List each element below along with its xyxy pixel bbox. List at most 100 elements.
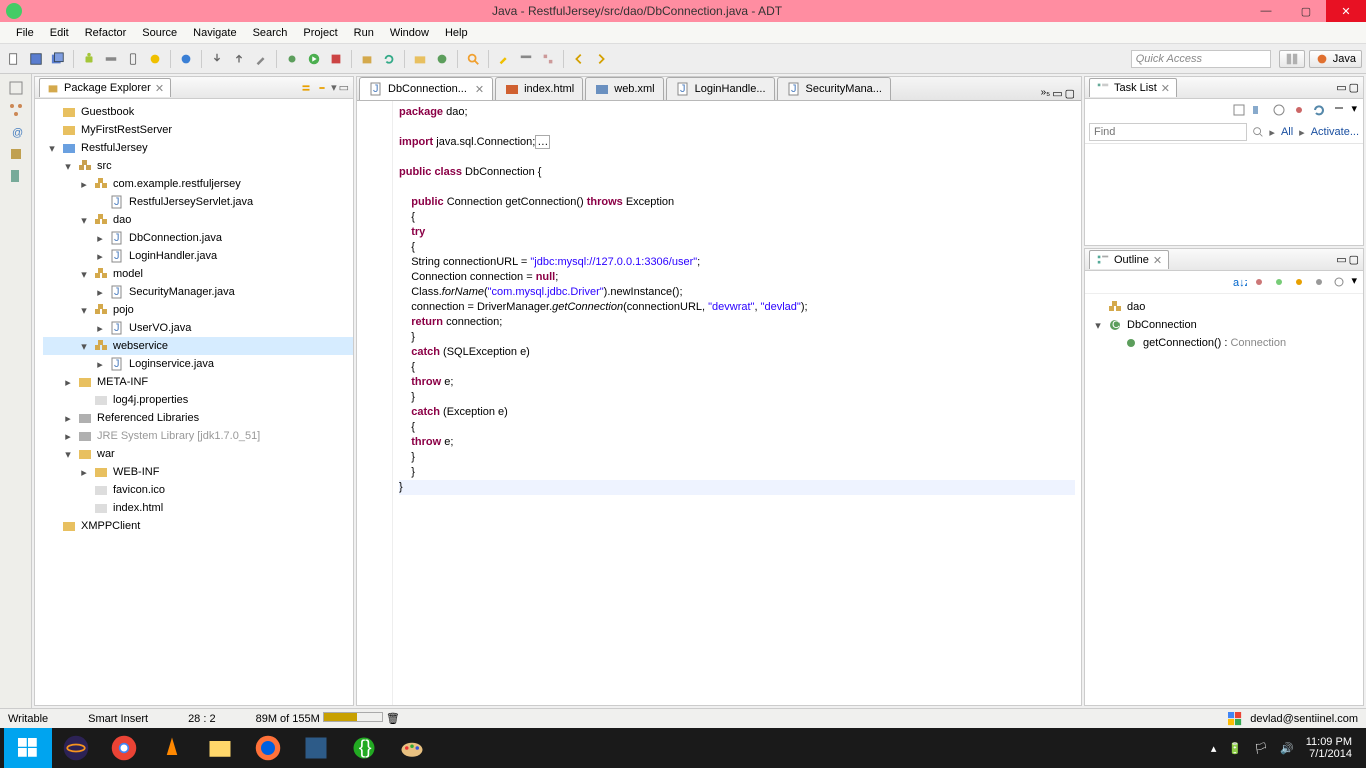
tree-twisty-icon[interactable]: ▾ [63,161,73,171]
tree-twisty-icon[interactable]: ▸ [95,251,105,261]
tree-twisty-icon[interactable]: ▾ [79,215,89,225]
categorize-icon[interactable] [1251,102,1267,118]
hierarchy-icon[interactable] [8,102,24,118]
menu-project[interactable]: Project [295,25,345,41]
java-perspective-button[interactable]: Java [1309,50,1362,68]
import-icon[interactable] [229,49,249,69]
ide-taskbar-icon[interactable]: {} [340,728,388,768]
device-icon[interactable] [123,49,143,69]
show-list-icon[interactable]: »₅ [1041,87,1051,100]
new-icon[interactable] [4,49,24,69]
vlc-taskbar-icon[interactable] [148,728,196,768]
tree-node[interactable]: ▸JSecurityManager.java [43,283,353,301]
run-icon[interactable] [304,49,324,69]
new-task-icon[interactable] [1231,102,1247,118]
collapse-tasks-icon[interactable] [1331,102,1347,118]
eclipse-taskbar-icon[interactable] [52,728,100,768]
mark-occurrences-icon[interactable] [538,49,558,69]
tree-node[interactable]: XMPPClient [43,517,353,535]
outline-node[interactable]: getConnection() : Connection [1093,334,1359,352]
tree-twisty-icon[interactable]: ▸ [79,467,89,477]
ext-tools-icon[interactable] [326,49,346,69]
debug-icon[interactable] [282,49,302,69]
android-icon[interactable] [79,49,99,69]
hide-fields-icon[interactable] [1251,274,1267,290]
tree-node[interactable]: ▾pojo [43,301,353,319]
focus-icon[interactable] [1291,102,1307,118]
tree-twisty-icon[interactable] [47,521,57,531]
focus-task-icon[interactable] [1331,274,1347,290]
maximize-tasklist-icon[interactable]: ▢ [1349,81,1359,94]
sort-icon[interactable]: a↓z [1231,274,1247,290]
search-icon[interactable] [463,49,483,69]
maximize-button[interactable]: ▢ [1286,0,1326,22]
editor-tab[interactable]: JSecurityMana... [777,77,891,100]
tree-twisty-icon[interactable]: ▸ [63,413,73,423]
editor-tab[interactable]: JLoginHandle... [666,77,775,100]
tree-node[interactable]: ▸WEB-INF [43,463,353,481]
tree-node[interactable]: favicon.ico [43,481,353,499]
outline-node[interactable]: dao [1093,298,1359,316]
restore-icon[interactable] [8,80,24,96]
tray-power-icon[interactable]: 🔋 [1228,742,1242,755]
tree-twisty-icon[interactable]: ▸ [95,233,105,243]
maximize-outline-icon[interactable]: ▢ [1349,253,1359,266]
tree-node[interactable]: ▾war [43,445,353,463]
tree-node[interactable]: ▸JRE System Library [jdk1.7.0_51] [43,427,353,445]
tray-action-icon[interactable]: 🏳 [1254,742,1268,755]
firefox-taskbar-icon[interactable] [244,728,292,768]
minimize-tasklist-icon[interactable]: ▭ [1336,81,1346,94]
tasklist-menu-icon[interactable]: ▾ [1351,102,1357,118]
sync-icon[interactable] [1311,102,1327,118]
editor-gutter[interactable] [357,101,393,705]
task-search-icon[interactable] [1251,125,1265,139]
sdk-icon[interactable] [101,49,121,69]
tray-clock[interactable]: 11:09 PM7/1/2014 [1306,736,1352,760]
outline-menu-icon[interactable]: ▾ [1351,274,1357,290]
maximize-editor-icon[interactable]: ▢ [1065,87,1075,100]
save-icon[interactable] [26,49,46,69]
hide-local-icon[interactable] [1311,274,1327,290]
tree-node[interactable]: index.html [43,499,353,517]
highlight-icon[interactable] [494,49,514,69]
start-button[interactable] [4,728,52,768]
export-icon[interactable] [207,49,227,69]
minimize-outline-icon[interactable]: ▭ [1336,253,1346,266]
tree-twisty-icon[interactable]: ▾ [79,305,89,315]
quick-access-input[interactable]: Quick Access [1131,50,1271,68]
view-menu-icon[interactable]: ▾ [331,81,337,94]
snippets-icon[interactable] [8,168,24,184]
outline-node[interactable]: ▾CDbConnection [1093,316,1359,334]
tree-node[interactable]: ▸META-INF [43,373,353,391]
tree-twisty-icon[interactable]: ▸ [63,431,73,441]
mysql-taskbar-icon[interactable] [292,728,340,768]
new-package-icon[interactable] [357,49,377,69]
hammer-icon[interactable] [251,49,271,69]
toggle-breadcrumb-icon[interactable] [516,49,536,69]
hide-static-icon[interactable] [1271,274,1287,290]
tree-twisty-icon[interactable] [95,197,105,207]
tree-node[interactable]: ▸JDbConnection.java [43,229,353,247]
explorer-taskbar-icon[interactable] [196,728,244,768]
tree-twisty-icon[interactable] [47,107,57,117]
tree-node[interactable]: ▾dao [43,211,353,229]
tree-node[interactable]: ▸JLoginHandler.java [43,247,353,265]
wizard-icon[interactable] [176,49,196,69]
close-tab-icon[interactable]: ✕ [475,83,484,96]
back-icon[interactable] [569,49,589,69]
tree-twisty-icon[interactable] [79,395,89,405]
tree-node[interactable]: JRestfulJerseyServlet.java [43,193,353,211]
editor-tab[interactable]: JDbConnection...✕ [359,77,493,100]
tree-twisty-icon[interactable]: ▸ [95,323,105,333]
hide-nonpublic-icon[interactable] [1291,274,1307,290]
code-editor[interactable]: package dao; import java.sql.Connection;… [393,101,1081,705]
tree-twisty-icon[interactable]: ▸ [95,287,105,297]
refresh-icon[interactable] [379,49,399,69]
menu-help[interactable]: Help [437,25,476,41]
tree-node[interactable]: log4j.properties [43,391,353,409]
menu-run[interactable]: Run [346,25,382,41]
tree-twisty-icon[interactable]: ▾ [79,269,89,279]
tree-twisty-icon[interactable]: ▾ [63,449,73,459]
new-class-icon[interactable] [432,49,452,69]
tree-node[interactable]: ▾webservice [43,337,353,355]
